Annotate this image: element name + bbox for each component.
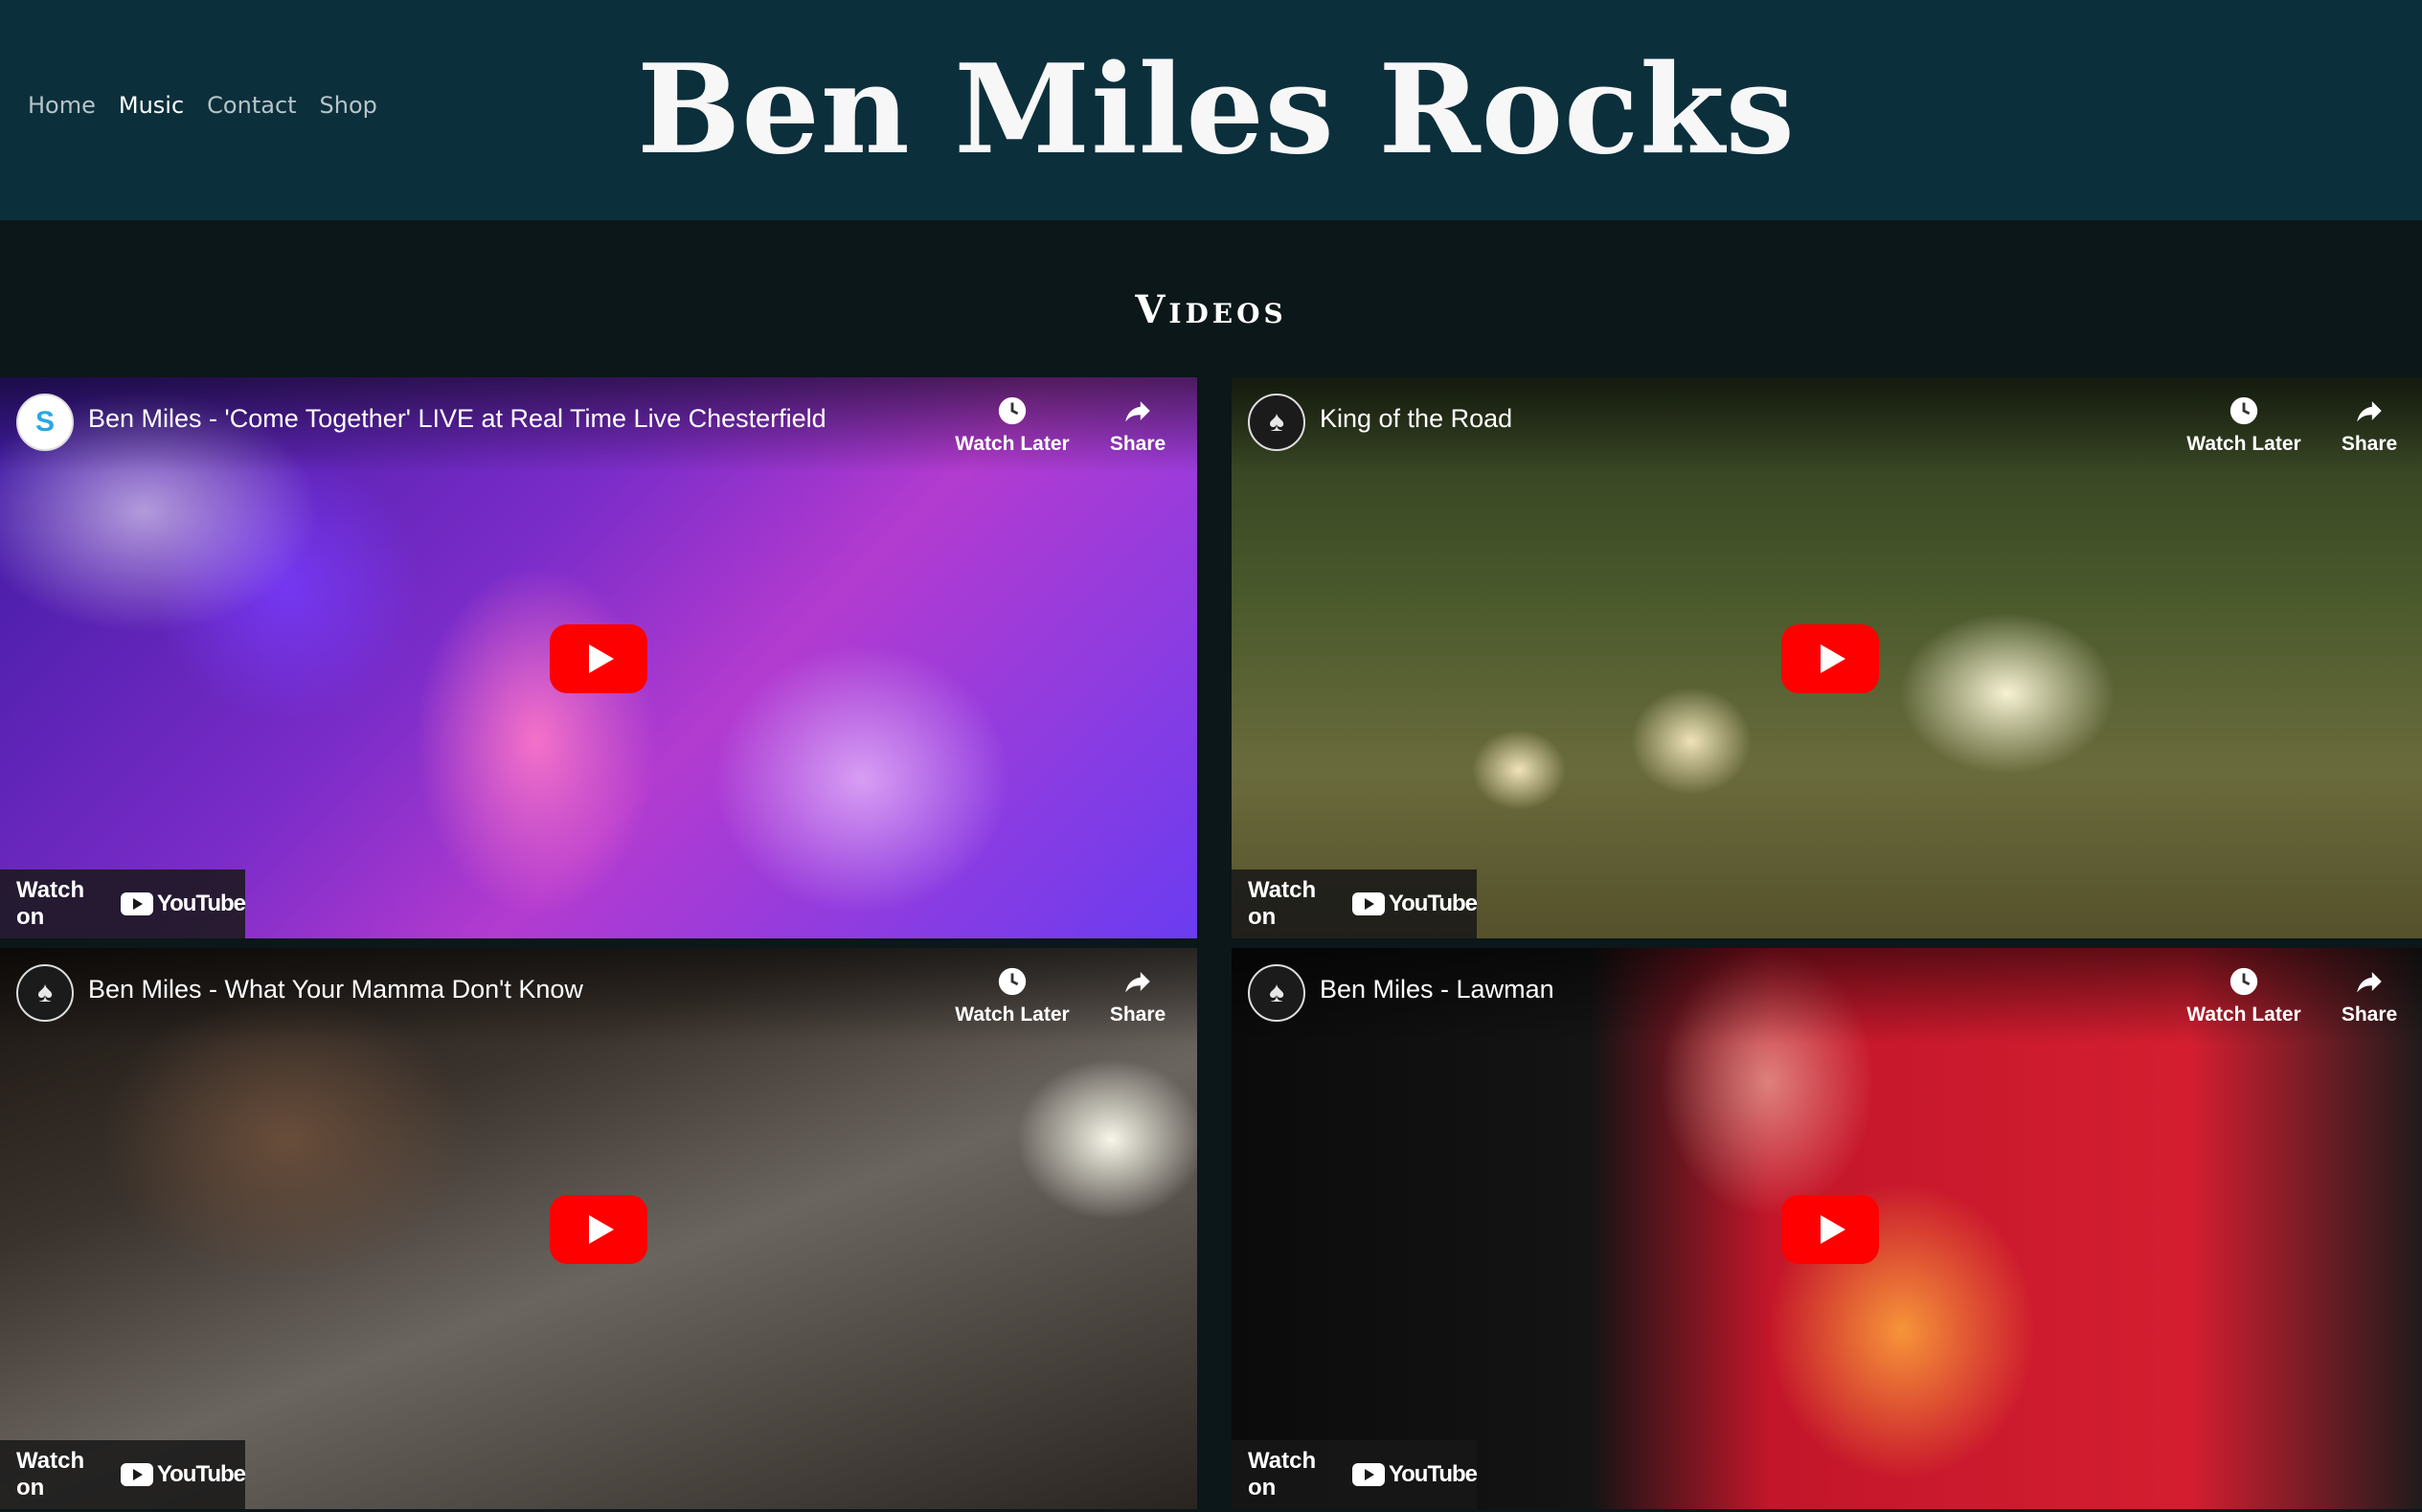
clock-icon bbox=[2230, 967, 2258, 996]
watch-later-label: Watch Later bbox=[2186, 1004, 2301, 1026]
nav-music[interactable]: Music bbox=[119, 92, 184, 119]
play-icon bbox=[1821, 1215, 1845, 1244]
share-button[interactable]: Share bbox=[1090, 395, 1186, 456]
video-title[interactable]: Ben Miles - 'Come Together' LIVE at Real… bbox=[88, 404, 912, 434]
watch-on-label: Watch on bbox=[16, 877, 85, 930]
play-button[interactable] bbox=[1781, 1195, 1879, 1264]
main-nav: Home Music Contact Shop bbox=[28, 92, 377, 119]
share-arrow-icon bbox=[2357, 401, 2382, 422]
youtube-icon bbox=[120, 892, 153, 915]
clock-icon bbox=[2230, 396, 2258, 425]
clock-icon bbox=[998, 967, 1027, 996]
watch-on-youtube-button[interactable]: Watch on YouTube bbox=[0, 1440, 246, 1509]
play-icon bbox=[589, 644, 614, 673]
channel-avatar-icon[interactable]: S bbox=[16, 394, 74, 451]
watch-later-label: Watch Later bbox=[2186, 433, 2301, 455]
youtube-logo: YouTube bbox=[1351, 1461, 1478, 1488]
channel-avatar-icon[interactable]: ♠ bbox=[1248, 964, 1305, 1022]
play-button[interactable] bbox=[550, 624, 647, 693]
site-title[interactable]: Ben Miles Rocks bbox=[575, 38, 1858, 182]
youtube-wordmark: YouTube bbox=[1388, 891, 1478, 916]
video-embed[interactable]: ♠ Ben Miles - What Your Mamma Don't Know… bbox=[0, 948, 1197, 1509]
watch-later-button[interactable]: Watch Later bbox=[2186, 965, 2301, 1027]
watch-later-label: Watch Later bbox=[955, 1004, 1070, 1026]
watch-later-button[interactable]: Watch Later bbox=[955, 965, 1070, 1027]
play-icon bbox=[1821, 644, 1845, 673]
play-button[interactable] bbox=[1781, 624, 1879, 693]
clock-icon bbox=[998, 396, 1027, 425]
youtube-icon bbox=[1351, 1463, 1385, 1486]
youtube-icon bbox=[1351, 892, 1385, 915]
share-label: Share bbox=[2341, 433, 2398, 455]
channel-avatar-icon[interactable]: ♠ bbox=[1248, 394, 1305, 451]
share-arrow-icon bbox=[1125, 401, 1150, 422]
watch-on-label: Watch on bbox=[1248, 877, 1317, 930]
youtube-logo: YouTube bbox=[120, 1461, 246, 1488]
share-arrow-icon bbox=[1125, 972, 1150, 993]
site-header: Home Music Contact Shop Ben Miles Rocks bbox=[0, 0, 2422, 220]
youtube-logo: YouTube bbox=[120, 891, 246, 917]
video-title[interactable]: Ben Miles - Lawman bbox=[1320, 975, 2143, 1004]
youtube-wordmark: YouTube bbox=[156, 1461, 246, 1487]
channel-avatar-icon[interactable]: ♠ bbox=[16, 964, 74, 1022]
watch-on-label: Watch on bbox=[1248, 1448, 1317, 1501]
youtube-wordmark: YouTube bbox=[156, 891, 246, 916]
watch-on-label: Watch on bbox=[16, 1448, 85, 1501]
watch-on-youtube-button[interactable]: Watch on YouTube bbox=[1232, 1440, 1478, 1509]
watch-later-button[interactable]: Watch Later bbox=[2186, 395, 2301, 456]
play-button[interactable] bbox=[550, 1195, 647, 1264]
video-embed[interactable]: ♠ Ben Miles - Lawman Watch Later Share W… bbox=[1232, 948, 2422, 1509]
watch-later-label: Watch Later bbox=[955, 433, 1070, 455]
watch-on-youtube-button[interactable]: Watch on YouTube bbox=[0, 869, 246, 938]
watch-on-youtube-button[interactable]: Watch on YouTube bbox=[1232, 869, 1478, 938]
nav-shop[interactable]: Shop bbox=[320, 92, 377, 119]
nav-home[interactable]: Home bbox=[28, 92, 96, 119]
share-button[interactable]: Share bbox=[2321, 965, 2417, 1027]
share-label: Share bbox=[1109, 1004, 1166, 1026]
youtube-wordmark: YouTube bbox=[1388, 1461, 1478, 1487]
video-title[interactable]: King of the Road bbox=[1320, 404, 2143, 434]
share-arrow-icon bbox=[2357, 972, 2382, 993]
youtube-logo: YouTube bbox=[1351, 891, 1478, 917]
video-title[interactable]: Ben Miles - What Your Mamma Don't Know bbox=[88, 975, 912, 1004]
video-embed[interactable]: ♠ King of the Road Watch Later Share Wat… bbox=[1232, 377, 2422, 938]
play-icon bbox=[589, 1215, 614, 1244]
share-button[interactable]: Share bbox=[1090, 965, 1186, 1027]
youtube-icon bbox=[120, 1463, 153, 1486]
section-title: Videos bbox=[1135, 287, 1287, 332]
share-button[interactable]: Share bbox=[2321, 395, 2417, 456]
video-embed[interactable]: S Ben Miles - 'Come Together' LIVE at Re… bbox=[0, 377, 1197, 938]
share-label: Share bbox=[2341, 1004, 2398, 1026]
share-label: Share bbox=[1109, 433, 1166, 455]
nav-contact[interactable]: Contact bbox=[207, 92, 296, 119]
watch-later-button[interactable]: Watch Later bbox=[955, 395, 1070, 456]
